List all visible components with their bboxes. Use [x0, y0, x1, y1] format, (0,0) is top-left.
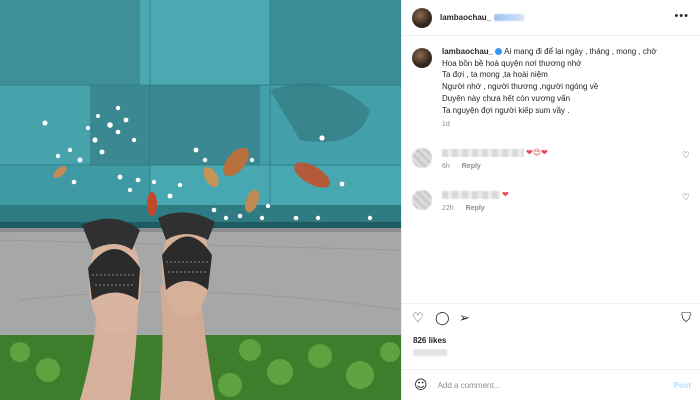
caption: lambaochau_ Ai mang đi để lại ngày , thán…: [412, 46, 692, 131]
more-horizontal-icon[interactable]: •••: [674, 11, 689, 22]
comment-item: ❤ 22h Reply ♡: [412, 190, 692, 212]
caption-username[interactable]: lambaochau_: [442, 47, 493, 56]
comment-input[interactable]: [437, 380, 638, 390]
username-link[interactable]: lambaochau_: [440, 13, 491, 22]
comment-emojis: ❤: [502, 190, 509, 199]
caption-line: Ta đợi , ta mong ,ta hoài niệm: [442, 70, 548, 80]
comment-item: ❤😍❤ 6h Reply ♡: [412, 148, 692, 170]
caption-line: Người nhớ , người thương ,người ngóng về: [442, 82, 599, 92]
caption-line: Hoa bồn bề hoà quyện nơi thương nhớ: [442, 58, 582, 68]
avatar[interactable]: [412, 48, 432, 68]
avatar[interactable]: [412, 7, 432, 28]
post-actions: ♡ ◯ ➢ ⛉: [402, 303, 700, 333]
blurred-name: [494, 14, 525, 21]
post-photo[interactable]: [0, 0, 401, 400]
blurred-comment-text: [442, 190, 500, 199]
bookmark-icon[interactable]: ⛉: [681, 312, 691, 325]
caption-timestamp: 1d: [442, 121, 450, 129]
caption-line: Ta nguyện đợi người kiếp sum vầy .: [442, 105, 570, 115]
emoji-smile-icon[interactable]: ☺: [414, 378, 428, 393]
commenter-avatar[interactable]: [412, 148, 432, 168]
add-comment-bar: ☺ Post: [402, 369, 700, 400]
comment-like-icon[interactable]: ♡: [682, 151, 690, 161]
reply-button[interactable]: Reply: [466, 205, 485, 212]
comment-time: 22h: [442, 205, 454, 212]
commenter-avatar[interactable]: [412, 190, 432, 210]
comment-icon[interactable]: ◯: [435, 312, 450, 325]
reply-button[interactable]: Reply: [462, 163, 481, 170]
caption-line: Duyên này chưa hết còn vương vấn: [442, 93, 571, 103]
likes-count[interactable]: 826 likes: [413, 336, 446, 345]
post-detail-panel: lambaochau_ ••• lambaochau_ Ai mang đi để…: [401, 0, 700, 400]
comment-time: 6h: [442, 163, 450, 170]
caption-text: Ai mang đi để lại ngày , tháng , mong , …: [504, 47, 657, 56]
verified-icon: [495, 48, 503, 55]
send-icon[interactable]: ➢: [459, 312, 470, 325]
blurred-timestamp: [413, 349, 447, 356]
heart-outline-icon[interactable]: ♡: [412, 312, 424, 325]
post-button[interactable]: Post: [674, 381, 691, 390]
caption-line: lambaochau_ Ai mang đi để lại ngày , thán…: [442, 46, 657, 58]
post-header: lambaochau_ •••: [402, 0, 700, 36]
blurred-comment-text: [442, 148, 524, 157]
comment-like-icon[interactable]: ♡: [682, 193, 690, 203]
comment-emojis: ❤😍❤: [526, 148, 548, 157]
